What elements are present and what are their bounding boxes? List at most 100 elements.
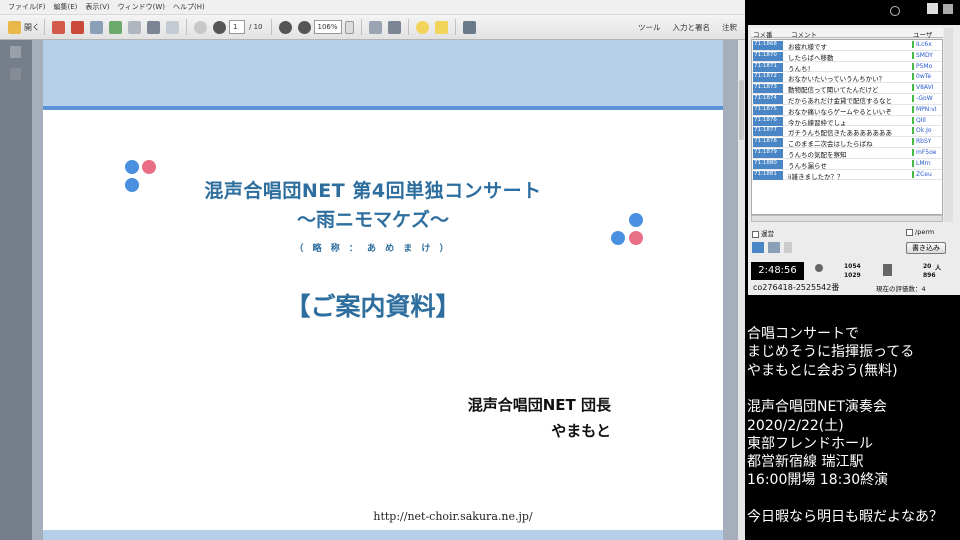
list-mode-icon[interactable] (768, 242, 780, 253)
edit-icon[interactable] (90, 20, 103, 34)
tools-tab[interactable]: ツール (638, 22, 661, 33)
zoom-in-icon[interactable] (297, 20, 311, 34)
document-scrollbar[interactable] (738, 40, 745, 540)
comment-vscrollbar[interactable] (944, 28, 953, 222)
menu-edit[interactable]: 編集(E) (54, 2, 78, 12)
comment-user[interactable]: ZCeu (912, 170, 932, 178)
decor-dot (142, 160, 156, 174)
comment-user[interactable]: 0wTe (912, 73, 931, 81)
folder-icon[interactable] (8, 20, 21, 34)
comment-row[interactable]: 71:1877 ガチうんち配信きたあああああああ Ok.Jo (752, 126, 942, 137)
comment-user[interactable]: QlIl (912, 116, 926, 124)
comment-user[interactable]: P5Mo (912, 62, 932, 70)
comment-icon[interactable] (415, 20, 429, 34)
comment-text: ガチうんち配信きたあああああああ (788, 129, 892, 138)
comment-list[interactable]: 71:1868 お疲れ様です ILc6x 71:1870 したらばへ移動 SMDY 71:1… (751, 39, 943, 215)
export-icon[interactable] (71, 20, 84, 34)
comment-row[interactable]: 71:1873 動物配信って聞いてたんだけど V8AVI (752, 83, 942, 94)
comment-row[interactable]: 71:1871 うんち！ P5Mo (752, 62, 942, 73)
perm-checkbox[interactable] (906, 228, 913, 236)
comment-row[interactable]: 71:1872 おなかいたいっていうんちかい？ 0wTe (752, 72, 942, 83)
overlay-line: 合唱コンサートで (747, 326, 859, 342)
comment-row[interactable]: 71:1875 おなか痛いならゲームやるといいぞ MPN:vI (752, 105, 942, 116)
comment-text: このまま二次会はしたらばね (788, 140, 873, 149)
header-rule (43, 106, 723, 110)
comment-user[interactable]: RbSY (912, 138, 931, 146)
stream-side-panel: コメ番 コメント ユーザ 71:1868 お疲れ様です ILc6x 71:1870 した… (745, 0, 960, 540)
comment-mode-icon[interactable] (752, 242, 764, 253)
col-comment[interactable]: コメント (791, 29, 817, 39)
print-icon[interactable] (147, 20, 160, 34)
comment-count: 1029 (844, 272, 861, 279)
comment-number: 71:1879 (753, 148, 783, 158)
menu-view[interactable]: 表示(V) (85, 2, 109, 12)
menu-icon[interactable] (943, 4, 953, 14)
comment-row[interactable]: 71:1870 したらばへ移動 SMDY (752, 51, 942, 62)
page-number-input[interactable]: 1 (229, 20, 245, 34)
pages-icon[interactable] (10, 46, 21, 58)
zoom-input[interactable]: 106% (313, 20, 342, 34)
settings-icon[interactable] (927, 3, 938, 14)
comment-user[interactable]: MPN:vI (912, 105, 937, 113)
toolbar-divider (186, 19, 187, 35)
comment-number: 71:1878 (753, 138, 783, 148)
next-page-icon[interactable] (213, 20, 226, 34)
perm-checkbox-row[interactable]: /perm (906, 228, 934, 236)
comment-user[interactable]: SMDY (912, 51, 933, 59)
menu-file[interactable]: ファイル(F) (8, 2, 46, 12)
comment-row[interactable]: 71:1876 今から練習枠でしょ QlIl (752, 116, 942, 127)
menu-bar: ファイル(F) 編集(E) 表示(V) ウィンドウ(W) ヘルプ(H) (0, 0, 745, 15)
comment-row[interactable]: 71:1874 だからあれだけ金貸で配信するなと -GoW (752, 94, 942, 105)
comment-user[interactable]: ILc6x (912, 41, 932, 48)
comment-row[interactable]: 71:1880 うんち漏らせ LMrn (752, 159, 942, 170)
scrollbar-thumb[interactable] (739, 80, 744, 140)
comment-number: 71:1881 (753, 170, 783, 180)
fit-page-icon[interactable] (387, 20, 401, 34)
overlay-line: 東部フレンドホール (747, 435, 873, 452)
create-pdf-icon[interactable] (52, 20, 65, 34)
write-button[interactable]: 書き込み (906, 242, 946, 254)
live-id[interactable]: co276418-2525542番 (753, 282, 839, 293)
comment-tab[interactable]: 注釈 (722, 22, 737, 33)
col-user[interactable]: ユーザ (913, 29, 932, 39)
comment-hscrollbar[interactable] (751, 215, 943, 222)
points-count: 896 (923, 272, 936, 279)
menu-window[interactable]: ウィンドウ(W) (118, 2, 165, 12)
comment-row[interactable]: 71:1868 お疲れ様です ILc6x (752, 40, 942, 51)
fit-width-icon[interactable] (368, 20, 382, 34)
ad-icon (883, 264, 892, 276)
comment-user[interactable]: V8AVI (912, 84, 934, 92)
prev-page-icon[interactable] (194, 20, 207, 34)
admin-checkbox[interactable] (752, 230, 759, 238)
upload-icon[interactable] (109, 20, 122, 34)
attachments-icon[interactable] (10, 68, 21, 80)
menu-help[interactable]: ヘルプ(H) (173, 2, 205, 12)
comment-list-header: コメ番 コメント ユーザ (751, 28, 943, 39)
comment-row[interactable]: 71:1878 このまま二次会はしたらばね RbSY (752, 137, 942, 148)
comment-user[interactable]: -GoW (912, 94, 933, 102)
col-comment-no[interactable]: コメ番 (753, 29, 773, 39)
refresh-icon[interactable] (890, 6, 900, 16)
comment-text: 今から練習枠でしょ (788, 118, 847, 127)
comment-row[interactable]: 71:1881 ii雑きましたか？？ ZCeu (752, 170, 942, 181)
save-icon[interactable] (128, 20, 141, 34)
option-toggle-icon[interactable] (784, 242, 792, 253)
comment-user[interactable]: mF5oe (912, 148, 936, 156)
zoom-out-icon[interactable] (278, 20, 292, 34)
open-button[interactable]: 開く (24, 22, 40, 33)
comment-number: 71:1868 (753, 41, 783, 50)
comment-user[interactable]: Ok.Jo (912, 127, 932, 135)
website-url[interactable]: http://net-choir.sakura.ne.jp/ (43, 510, 723, 523)
expand-icon[interactable] (462, 20, 476, 34)
guide-heading: 【ご案内資料】 (285, 292, 461, 321)
document-title: 混声合唱団NET 第4回単独コンサート (204, 180, 542, 202)
sign-tab[interactable]: 入力と署名 (673, 22, 711, 33)
comment-row[interactable]: 71:1879 うんちの気配を察知 mF5oe (752, 148, 942, 159)
highlight-icon[interactable] (434, 20, 448, 34)
comment-user[interactable]: LMrn (912, 159, 931, 167)
visitors-icon (815, 264, 823, 272)
admin-checkbox-row[interactable]: 運営 (752, 228, 774, 238)
mail-icon[interactable] (166, 20, 179, 34)
zoom-dropdown-icon[interactable] (344, 20, 354, 34)
comment-text: ii雑きましたか？？ (788, 172, 844, 181)
